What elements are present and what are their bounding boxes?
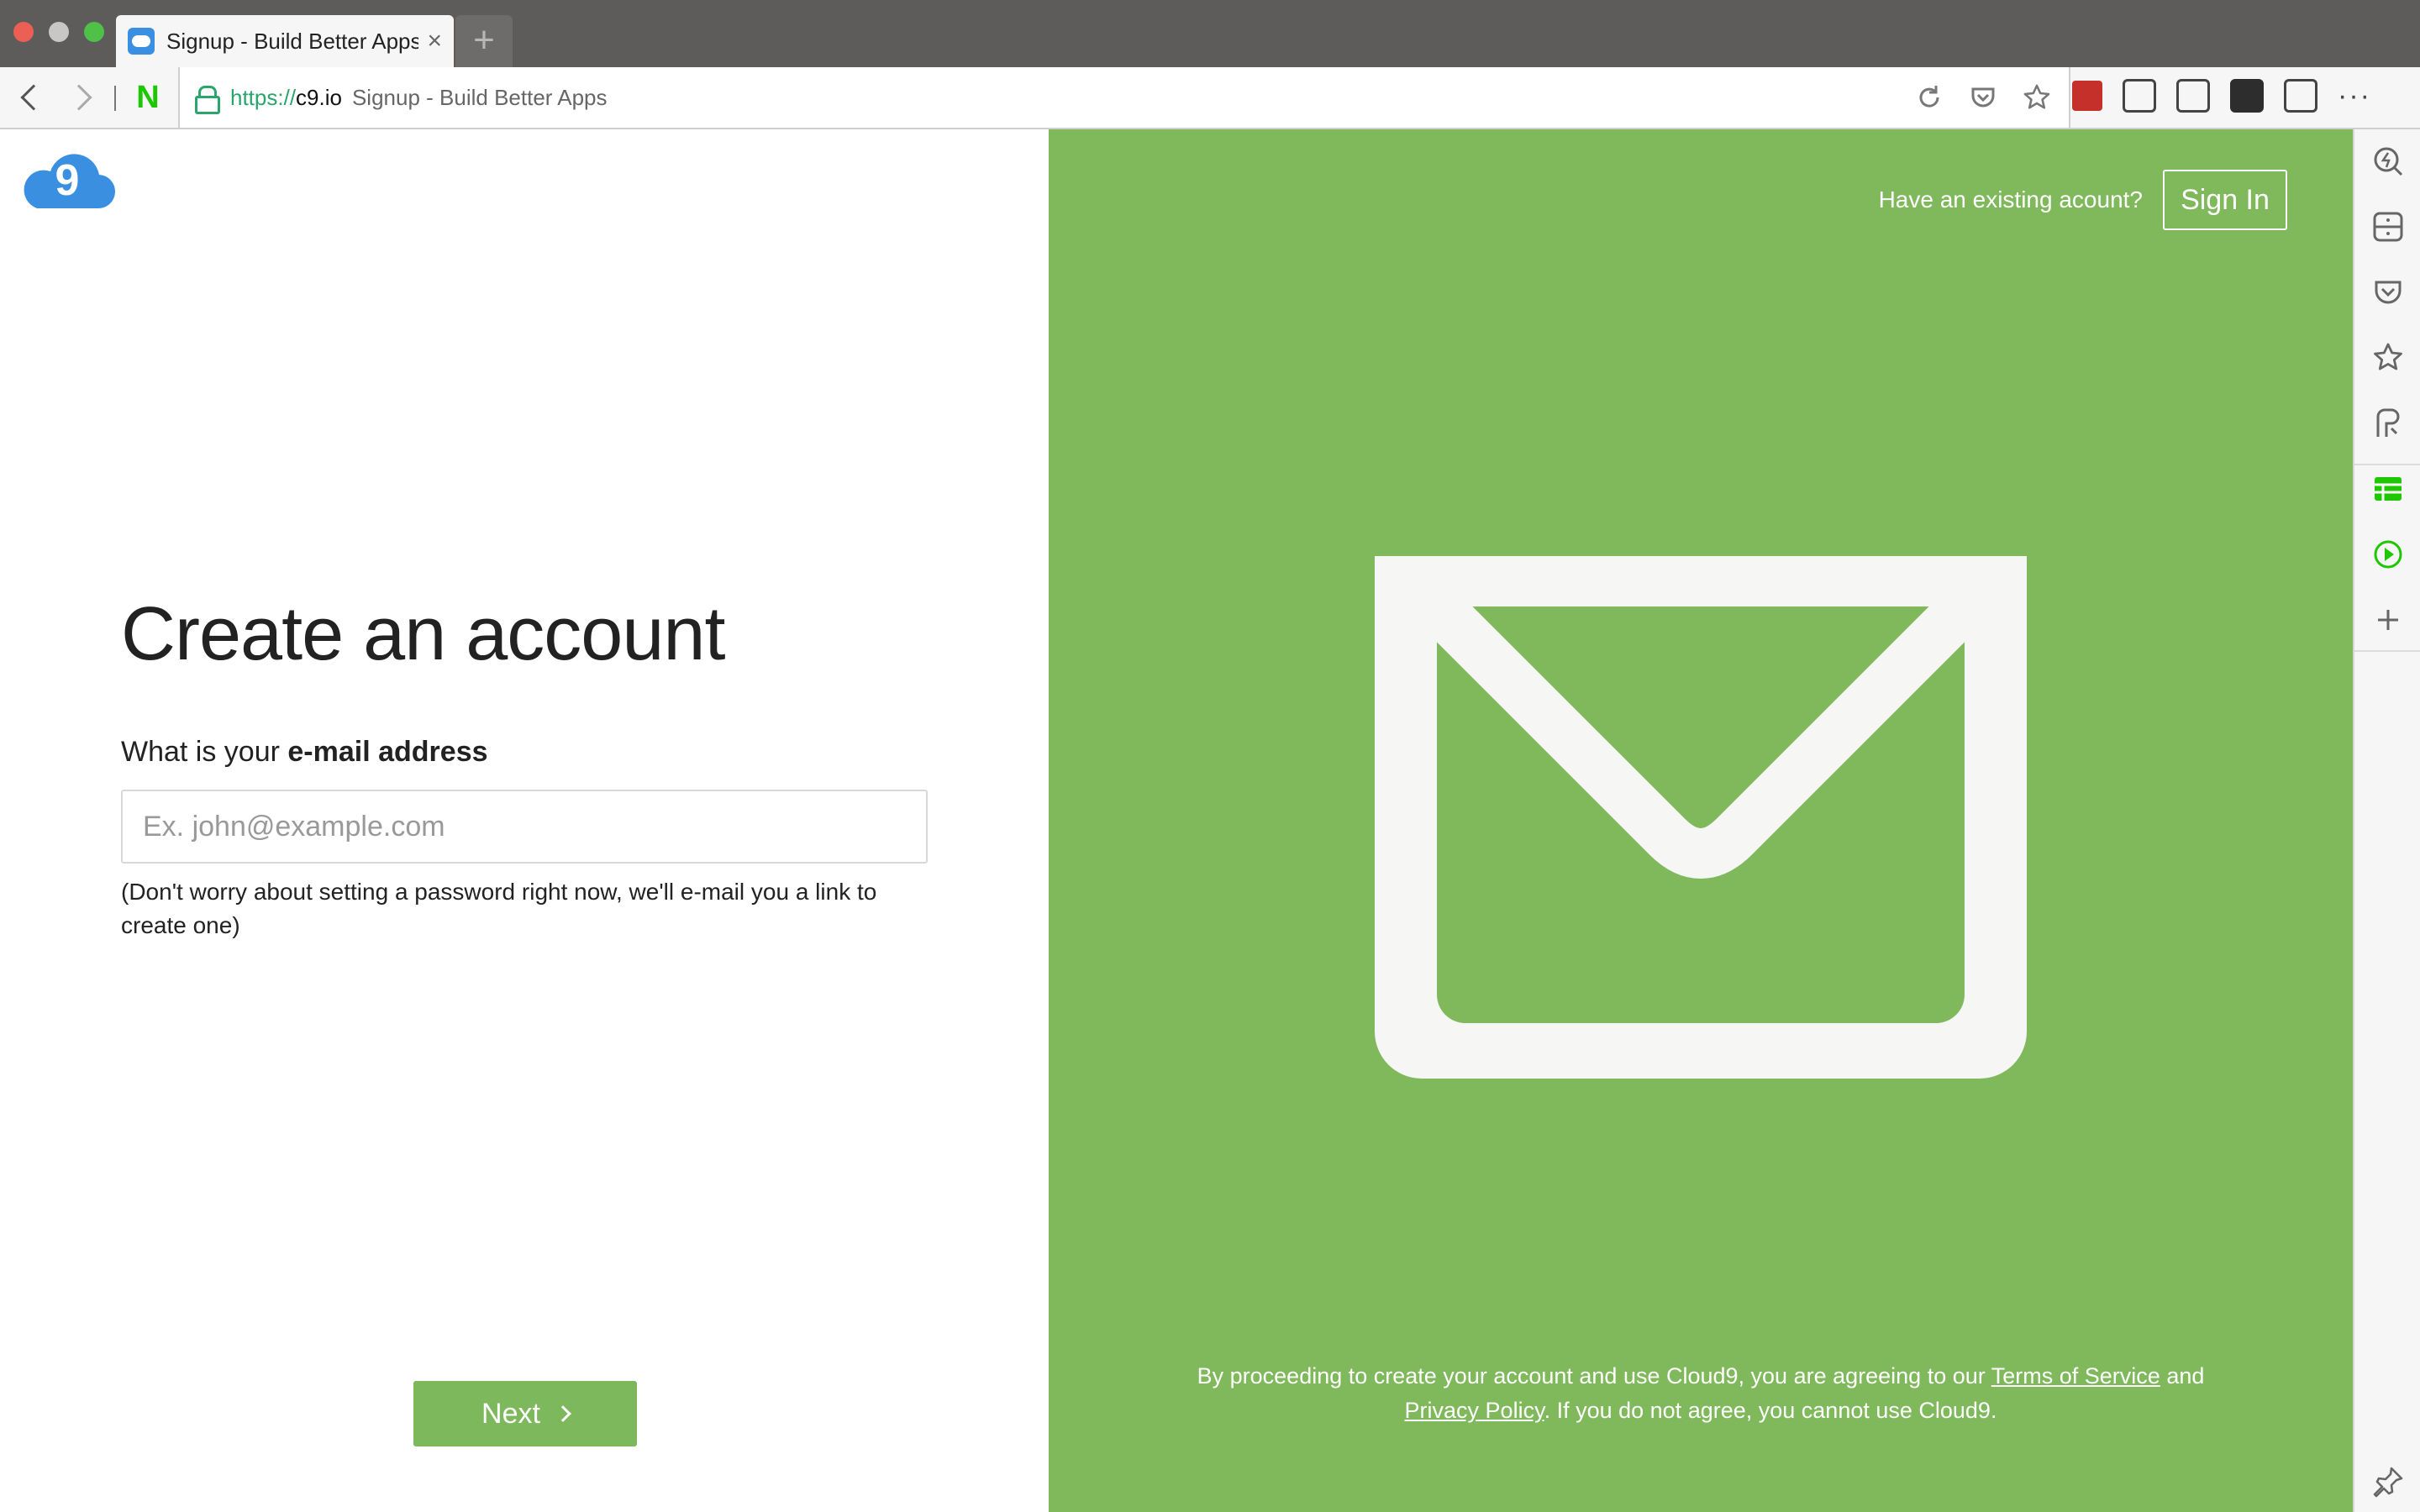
next-button-label: Next <box>481 1397 540 1430</box>
sidebar-toggle-icon[interactable] <box>2230 79 2264 113</box>
star-icon <box>2374 343 2402 370</box>
page-content: 9 Create an account What is your e-mail … <box>0 129 2353 1512</box>
email-question-prefix: What is your <box>121 736 288 768</box>
legal-text-middle: and <box>2160 1363 2205 1389</box>
new-tab-button[interactable]: + <box>455 15 513 67</box>
browser-sidebar <box>2353 129 2420 1512</box>
toolbar-divider <box>114 86 116 111</box>
url-bar[interactable]: https:// c9.io Signup - Build Better App… <box>178 67 2070 128</box>
sidebar-notes[interactable] <box>2371 407 2405 440</box>
url-page-title: Signup - Build Better Apps <box>351 84 608 110</box>
pin-icon <box>2373 1467 2403 1498</box>
back-button[interactable] <box>12 79 49 116</box>
envelope-icon <box>1375 556 2027 1079</box>
notes-icon <box>2376 408 2400 437</box>
spreadsheet-icon <box>2375 477 2402 501</box>
privacy-policy-link[interactable]: Privacy Policy <box>1405 1398 1544 1423</box>
sidebar-divider <box>2354 650 2420 652</box>
sidebar-pocket[interactable] <box>2371 276 2405 309</box>
lock-icon <box>195 86 220 114</box>
sidebar-divider <box>2354 464 2420 465</box>
pocket-icon <box>2375 281 2402 304</box>
sidebar-speed-dial[interactable] <box>2371 144 2405 178</box>
existing-account-text: Have an existing acount? <box>1878 186 2143 213</box>
chevron-right-icon <box>555 1405 571 1422</box>
legal-text-before: By proceeding to create your account and… <box>1197 1363 1991 1389</box>
cloud9-logo[interactable]: 9 <box>18 148 116 212</box>
sidebar-pin[interactable] <box>2371 1465 2405 1499</box>
address-toolbar: N https:// c9.io Signup - Build Better A… <box>0 67 2420 129</box>
plus-icon <box>2378 610 2398 630</box>
history-icon <box>2373 212 2403 242</box>
cloud9-favicon-icon <box>128 28 155 55</box>
url-scheme: https:// <box>230 84 297 110</box>
url-host: c9.io <box>296 84 342 110</box>
minimize-window-button[interactable] <box>49 22 69 42</box>
password-hint: (Don't worry about setting a password ri… <box>121 879 877 938</box>
sidebar-player[interactable] <box>2371 538 2405 571</box>
forward-button[interactable] <box>64 79 101 116</box>
email-question: What is your e-mail address <box>121 736 488 769</box>
sidebar-sheets[interactable] <box>2371 472 2405 506</box>
sidebar-history[interactable] <box>2371 210 2405 244</box>
zoom-window-button[interactable] <box>84 22 104 42</box>
screenshot-icon[interactable] <box>2123 79 2156 113</box>
tab-title: Signup - Build Better Apps <box>166 28 418 54</box>
close-window-button[interactable] <box>13 22 34 42</box>
chevron-left-icon <box>20 84 47 111</box>
signup-form-panel: 9 Create an account What is your e-mail … <box>0 129 1049 1512</box>
page-title: Create an account <box>121 592 725 676</box>
url-actions <box>1914 82 2052 113</box>
next-button[interactable]: Next <box>413 1381 637 1446</box>
extensions-area: ··· <box>2072 79 2371 113</box>
logo-digit: 9 <box>55 156 80 205</box>
email-input[interactable] <box>121 790 928 864</box>
legal-text-after: . If you do not agree, you cannot use Cl… <box>1544 1398 1997 1423</box>
reload-icon[interactable] <box>1914 82 1944 113</box>
sign-in-button[interactable]: Sign In <box>2163 170 2287 230</box>
extension-red-icon[interactable] <box>2072 81 2102 111</box>
email-question-bold: e-mail address <box>287 736 488 768</box>
reader-view-icon[interactable] <box>2176 79 2210 113</box>
tab-bar: Signup - Build Better Apps × + <box>0 0 2420 67</box>
pocket-icon[interactable] <box>1968 82 1998 113</box>
overflow-menu-icon[interactable]: ··· <box>2338 79 2371 113</box>
hero-panel: Have an existing acount? Sign In By proc… <box>1049 129 2353 1512</box>
library-icon[interactable] <box>2284 79 2317 113</box>
play-icon <box>2374 540 2402 569</box>
terms-of-service-link[interactable]: Terms of Service <box>1991 1363 2160 1389</box>
legal-notice: By proceeding to create your account and… <box>1150 1359 2252 1428</box>
speed-dial-icon <box>2374 147 2403 176</box>
tab-active[interactable]: Signup - Build Better Apps × <box>116 15 454 67</box>
window-controls <box>13 22 104 42</box>
bookmark-star-icon[interactable] <box>2022 82 2052 113</box>
chevron-right-icon <box>66 84 92 111</box>
tab-close-icon[interactable]: × <box>427 29 442 54</box>
sidebar-bookmarks[interactable] <box>2371 341 2405 375</box>
naver-extension-button[interactable]: N <box>131 81 165 114</box>
sidebar-add[interactable] <box>2371 603 2405 637</box>
